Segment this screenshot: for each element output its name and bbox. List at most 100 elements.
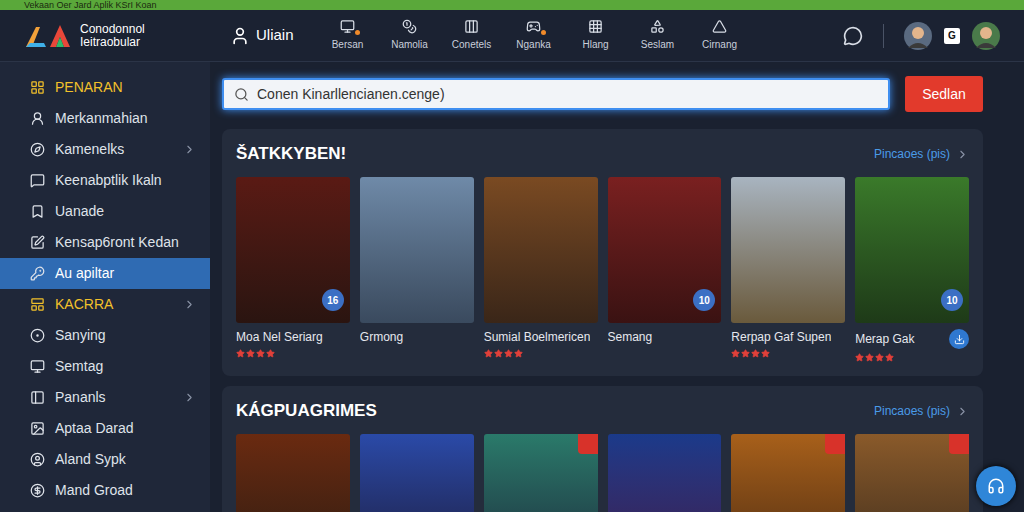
game-cover[interactable] — [360, 177, 474, 323]
star-icon — [731, 349, 740, 358]
nav-item[interactable]: Nganka — [512, 19, 556, 52]
avatar-icon[interactable] — [904, 22, 932, 50]
logo-text: Ieitraobular — [80, 36, 145, 49]
search-button[interactable]: Sedlan — [905, 76, 983, 112]
star-icon — [256, 349, 265, 358]
game-cover[interactable]: 16 — [236, 177, 350, 323]
game-cover[interactable] — [236, 434, 350, 512]
sidebar-item[interactable]: Mand Groad — [0, 475, 210, 506]
game-card[interactable] — [236, 434, 350, 512]
rating-stars — [484, 349, 598, 358]
nav-icon — [588, 19, 603, 34]
sidebar-item[interactable]: Keenabptlik Ikaln — [0, 165, 210, 196]
sidebar-icon — [30, 204, 45, 219]
sidebar-item[interactable]: Aland Sypk — [0, 444, 210, 475]
sidebar-item[interactable]: Uanade — [0, 196, 210, 227]
sidebar-icon — [30, 359, 45, 374]
sidebar-item[interactable]: Pananls — [0, 382, 210, 413]
sidebar-header[interactable]: KACRRA — [0, 289, 210, 320]
age-badge: 16 — [322, 289, 344, 311]
corner-ribbon — [825, 434, 845, 454]
main-nav: Uliain Bersan Namolia Conetels Nganka Hlang Se… — [230, 19, 742, 52]
game-card[interactable]: 16 Moa Nel Seriarg — [236, 177, 350, 362]
sidebar-item[interactable]: Aptaa Darad — [0, 413, 210, 444]
game-card[interactable]: 10 Semang — [608, 177, 722, 362]
sidebar-header[interactable]: PENARAN — [0, 72, 210, 103]
divider — [883, 24, 884, 48]
sidebar-item[interactable]: Au apiltar — [0, 258, 210, 289]
game-title[interactable]: Moa Nel Seriarg — [236, 329, 323, 345]
game-card[interactable] — [855, 434, 969, 512]
game-title[interactable]: Merap Gak — [855, 331, 914, 347]
game-cover[interactable] — [731, 177, 845, 323]
game-title[interactable]: Rerpap Gaf Supen — [731, 329, 831, 345]
game-cover[interactable] — [484, 434, 598, 512]
game-title[interactable]: Grmong — [360, 329, 403, 345]
app-window: Vekaan Oer Jard Aplik KSrI KoanConodonno… — [0, 0, 1024, 512]
corner-ribbon — [578, 434, 598, 454]
nav-item[interactable]: Hlang — [574, 19, 618, 52]
support-button[interactable] — [976, 466, 1016, 506]
game-title[interactable]: Sumial Boelmericen — [484, 329, 591, 345]
game-card[interactable] — [360, 434, 474, 512]
chevron-right-icon — [956, 148, 969, 161]
game-card[interactable]: Grmong — [360, 177, 474, 362]
sidebar-icon — [30, 173, 45, 188]
sidebar-icon — [30, 80, 45, 95]
game-cover[interactable]: 10 — [608, 177, 722, 323]
nav-icon — [340, 19, 355, 34]
star-icon — [236, 349, 245, 358]
sidebar-item[interactable]: Kensap6ront Kedan — [0, 227, 210, 258]
rating-stars — [731, 349, 845, 358]
game-cover[interactable] — [484, 177, 598, 323]
nav-item[interactable]: Namolia — [388, 19, 432, 52]
game-card[interactable]: 10 Merap Gak — [855, 177, 969, 362]
game-cover[interactable] — [855, 434, 969, 512]
nav-item[interactable]: Bersan — [326, 19, 370, 52]
star-icon — [484, 349, 493, 358]
section-title: ŠATKKYBEN! — [236, 143, 346, 165]
star-icon — [741, 349, 750, 358]
game-cover[interactable] — [731, 434, 845, 512]
game-card[interactable]: Sumial Boelmericen — [484, 177, 598, 362]
star-icon — [246, 349, 255, 358]
chat-icon[interactable] — [843, 26, 863, 46]
top-bar: ConodonnolIeitraobular Uliain Bersan Namoli… — [0, 10, 1024, 62]
download-icon[interactable] — [949, 329, 969, 349]
game-card[interactable] — [484, 434, 598, 512]
chevron-right-icon — [183, 391, 196, 404]
nav-item[interactable]: Cirnang — [698, 19, 742, 52]
age-badge: 10 — [693, 289, 715, 311]
nav-item[interactable]: Conetels — [450, 19, 494, 52]
avatar-icon[interactable] — [972, 22, 1000, 50]
game-title[interactable]: Semang — [608, 329, 653, 345]
game-cover[interactable]: 10 — [855, 177, 969, 323]
sidebar-item[interactable]: Sanying — [0, 320, 210, 351]
sidebar-item[interactable]: Semtag — [0, 351, 210, 382]
sidebar-item[interactable]: Merkanmahian — [0, 103, 210, 134]
notify-dot — [541, 30, 546, 35]
game-cover[interactable] — [360, 434, 474, 512]
sidebar-icon — [30, 266, 45, 281]
see-more-link[interactable]: Pincaoes (pis) — [874, 145, 969, 163]
nav-icon — [526, 19, 541, 34]
game-cover[interactable] — [608, 434, 722, 512]
headset-icon — [987, 477, 1005, 495]
game-card[interactable]: Rerpap Gaf Supen — [731, 177, 845, 362]
section-title: KÁGPUAGRIMES — [236, 400, 377, 422]
see-more-link[interactable]: Pincaoes (pis) — [874, 402, 969, 420]
logo-text: Conodonnol — [80, 23, 145, 36]
game-card[interactable] — [608, 434, 722, 512]
search-field[interactable]: Conen Kinarllencianen.cenge) — [222, 78, 890, 110]
game-card[interactable] — [731, 434, 845, 512]
sidebar-item[interactable]: Kamenelks — [0, 134, 210, 165]
sidebar-icon — [30, 483, 45, 498]
chevron-right-icon — [183, 298, 196, 311]
corner-ribbon — [949, 434, 969, 454]
nav-item[interactable]: Seslam — [636, 19, 680, 52]
sidebar-icon — [30, 390, 45, 405]
profile-badge[interactable]: G — [944, 28, 960, 44]
nav-item[interactable]: Uliain — [230, 24, 308, 47]
logo[interactable]: ConodonnolIeitraobular — [24, 23, 214, 49]
star-icon — [494, 349, 503, 358]
